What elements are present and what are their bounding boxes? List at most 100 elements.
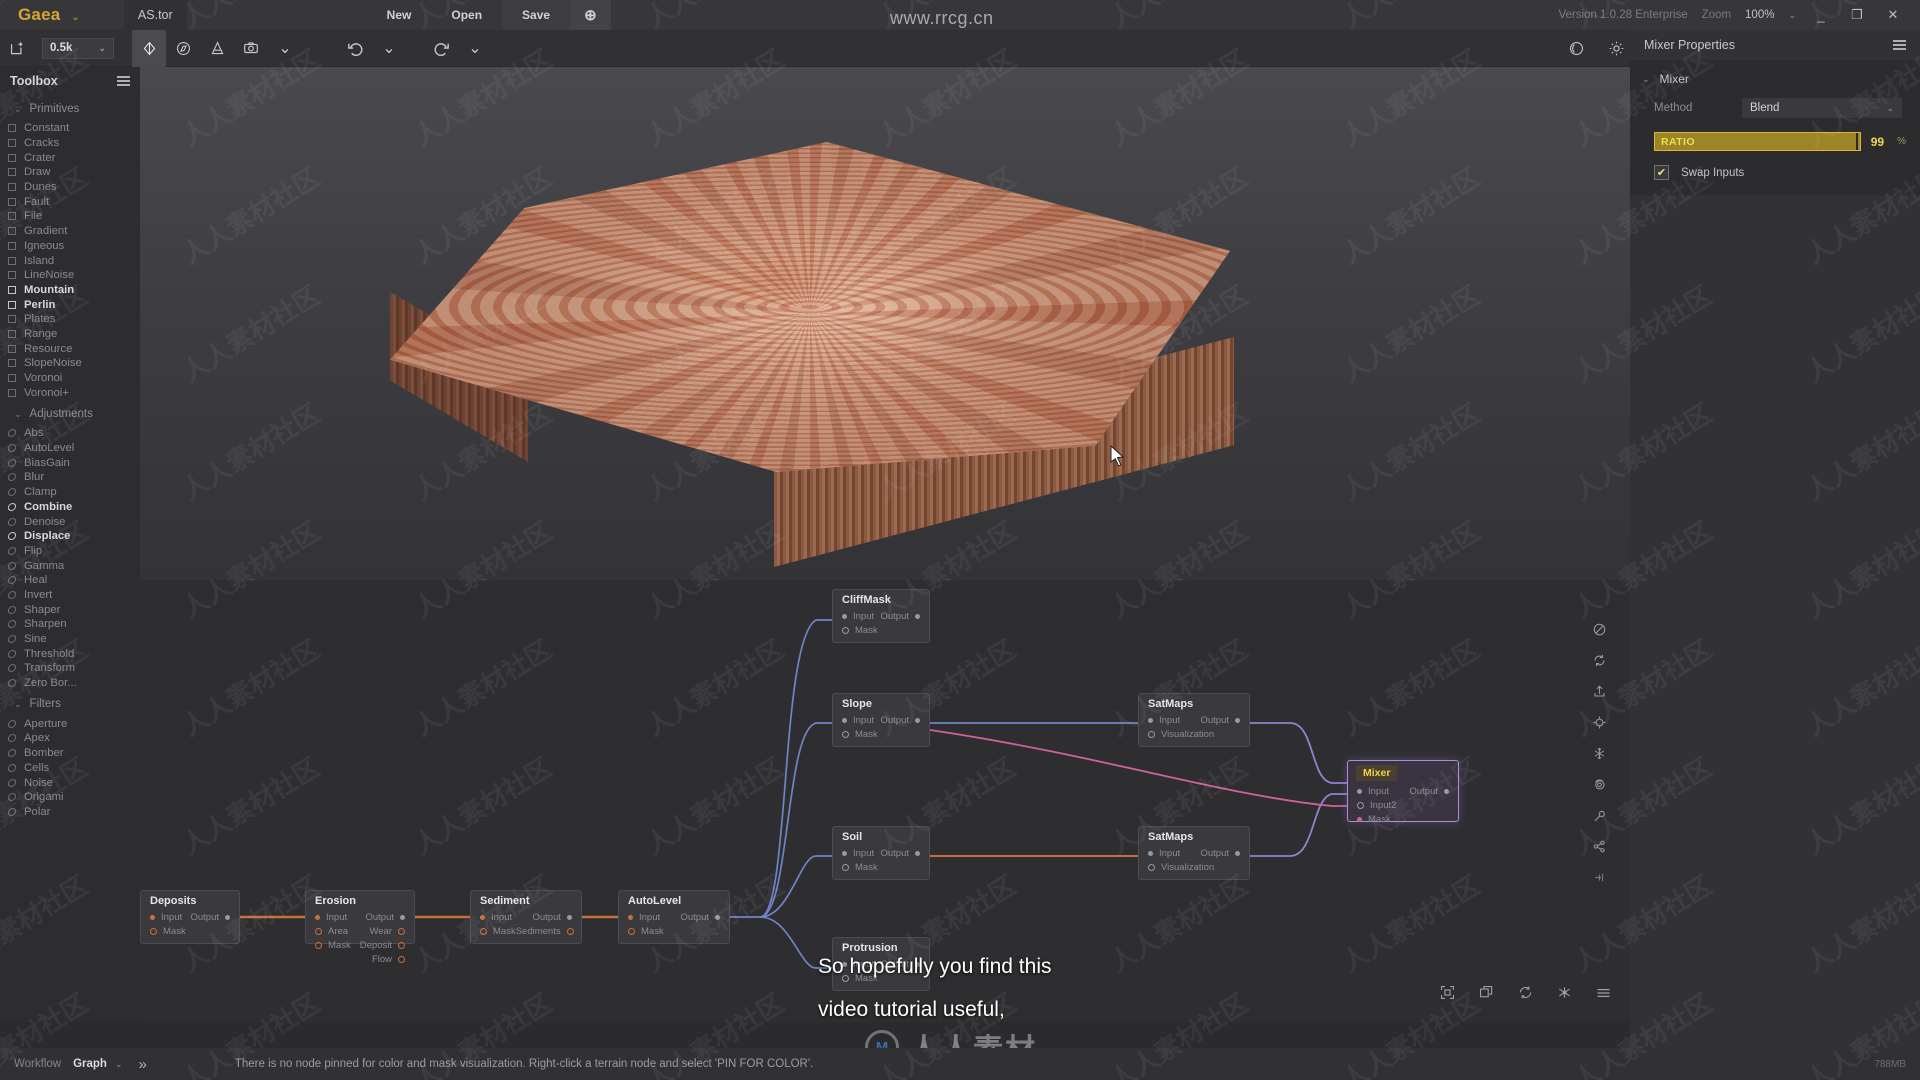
toolbox-item-aperture[interactable]: Aperture xyxy=(0,716,140,731)
node-input-port[interactable]: Input xyxy=(842,611,874,622)
close-button[interactable]: ✕ xyxy=(1882,7,1904,23)
port-dot-icon[interactable] xyxy=(1235,717,1240,723)
toolbox-item-apex[interactable]: Apex xyxy=(0,731,140,746)
swap-inputs-row[interactable]: ✔ Swap Inputs xyxy=(1630,157,1920,180)
toolbox-item-file[interactable]: File xyxy=(0,209,140,224)
node-deposits[interactable]: Deposits Input Output Mask xyxy=(140,890,240,944)
swap-inputs-checkbox[interactable]: ✔ xyxy=(1654,165,1669,180)
workflow-chevron-down-icon[interactable]: ⌄ xyxy=(115,1059,123,1070)
port-dot-icon[interactable] xyxy=(1148,717,1153,723)
toolbox-item-range[interactable]: Range xyxy=(0,327,140,342)
terrain-view-icon[interactable] xyxy=(132,29,166,67)
node-output-port[interactable]: Wear xyxy=(369,926,405,937)
node-satmaps2[interactable]: SatMaps Input Output Visualization xyxy=(1138,826,1250,880)
port-dot-icon[interactable] xyxy=(915,717,920,723)
port-dot-icon[interactable] xyxy=(842,730,849,738)
ratio-value[interactable]: 99 xyxy=(1871,135,1884,149)
toolbox-item-crater[interactable]: Crater xyxy=(0,150,140,165)
compass-icon[interactable] xyxy=(166,30,200,67)
node-cliffmask[interactable]: CliffMask Input Output Mask xyxy=(832,589,930,643)
node-input-port[interactable]: Visualization xyxy=(1148,862,1214,873)
port-dot-icon[interactable] xyxy=(842,850,847,856)
toolbox-item-igneous[interactable]: Igneous xyxy=(0,239,140,254)
toolbox-group-primitives[interactable]: ⌄ Primitives xyxy=(0,95,140,121)
node-output-port[interactable]: Output xyxy=(680,912,720,923)
snowflake-icon[interactable] xyxy=(1590,744,1608,762)
port-dot-icon[interactable] xyxy=(566,927,574,935)
port-dot-icon[interactable] xyxy=(315,941,322,949)
toolbox-menu-icon[interactable] xyxy=(117,76,130,86)
node-output-port[interactable]: Output xyxy=(1409,786,1449,797)
pin-node-icon[interactable] xyxy=(1590,806,1608,824)
properties-group-header[interactable]: ⌄ Mixer xyxy=(1630,66,1920,94)
camera-chevron-down-icon[interactable]: ⌄ xyxy=(268,30,302,67)
graph-menu-icon[interactable] xyxy=(1595,986,1612,1005)
toolbox-item-threshold[interactable]: Threshold xyxy=(0,646,140,661)
moon-phase-icon[interactable] xyxy=(1560,30,1594,67)
auto-arrange-icon[interactable] xyxy=(1556,984,1573,1006)
node-input-port[interactable]: Input xyxy=(628,912,660,923)
port-dot-icon[interactable] xyxy=(1357,816,1362,822)
node-mixer[interactable]: Mixer Input Output Input2 Mask xyxy=(1347,760,1459,825)
toolbox-item-plates[interactable]: Plates xyxy=(0,312,140,327)
node-input-port[interactable]: Mask xyxy=(315,940,351,951)
redo-chevron-down-icon[interactable]: ⌄ xyxy=(458,30,492,67)
toolbox-item-voronoi[interactable]: Voronoi+ xyxy=(0,385,140,400)
duplicate-node-icon[interactable] xyxy=(1478,984,1495,1006)
minimize-button[interactable]: _ xyxy=(1810,8,1832,23)
redo-icon[interactable] xyxy=(424,30,458,67)
node-input-port[interactable]: Mask xyxy=(150,926,186,937)
toolbox-item-cracks[interactable]: Cracks xyxy=(0,136,140,151)
method-select[interactable]: Blend ⌄ xyxy=(1742,98,1902,118)
add-node-icon[interactable] xyxy=(1590,868,1608,886)
node-input-port[interactable]: Input xyxy=(1148,848,1180,859)
port-dot-icon[interactable] xyxy=(398,941,405,949)
node-soil[interactable]: Soil Input Output Mask xyxy=(832,826,930,880)
workflow-mode-value[interactable]: Graph xyxy=(73,1058,107,1070)
port-dot-icon[interactable] xyxy=(315,914,320,920)
light-direction-icon[interactable] xyxy=(200,30,234,67)
toolbox-item-invert[interactable]: Invert xyxy=(0,588,140,603)
toolbox-item-mountain[interactable]: Mountain xyxy=(0,283,140,298)
app-brand[interactable]: Gaea ⌄ xyxy=(0,5,80,25)
menu-open[interactable]: Open xyxy=(431,0,502,30)
toolbox-item-draw[interactable]: Draw xyxy=(0,165,140,180)
toolbox-item-origami[interactable]: Origami xyxy=(0,790,140,805)
node-output-port[interactable]: Output xyxy=(365,912,405,923)
toolbox-item-linenoise[interactable]: LineNoise xyxy=(0,268,140,283)
toolbox-item-slopenoise[interactable]: SlopeNoise xyxy=(0,356,140,371)
node-input-port[interactable]: Mask xyxy=(842,625,878,636)
document-tab[interactable]: AS.tor xyxy=(123,0,187,30)
export-node-icon[interactable] xyxy=(1590,682,1608,700)
toolbox-item-perlin[interactable]: Perlin xyxy=(0,297,140,312)
toolbox-item-denoise[interactable]: Denoise xyxy=(0,514,140,529)
node-input-port[interactable]: Mask xyxy=(628,926,664,937)
port-dot-icon[interactable] xyxy=(1357,788,1362,794)
node-input-port[interactable]: Mask xyxy=(480,926,516,937)
toolbox-item-shaper[interactable]: Shaper xyxy=(0,602,140,617)
undo-icon[interactable] xyxy=(338,30,372,67)
node-autolevel[interactable]: AutoLevel Input Output Mask xyxy=(618,890,730,944)
port-dot-icon[interactable] xyxy=(225,914,230,920)
add-icon[interactable]: ⊕ xyxy=(570,0,611,30)
sync-graph-icon[interactable] xyxy=(1517,984,1534,1006)
resolution-selector[interactable]: 0.5k ⌄ xyxy=(42,37,114,59)
toolbox-item-biasgain[interactable]: BiasGain xyxy=(0,455,140,470)
node-output-port[interactable]: Deposit xyxy=(360,940,405,951)
node-output-port[interactable]: Output xyxy=(880,715,920,726)
node-input-port[interactable]: Input xyxy=(1357,786,1389,797)
port-dot-icon[interactable] xyxy=(398,927,405,935)
node-output-port[interactable]: Output xyxy=(880,848,920,859)
run-workflow-icon[interactable]: » xyxy=(139,1056,147,1073)
menu-save[interactable]: Save xyxy=(502,0,571,30)
toolbox-item-clamp[interactable]: Clamp xyxy=(0,485,140,500)
port-dot-icon[interactable] xyxy=(1148,863,1155,871)
port-dot-icon[interactable] xyxy=(1357,801,1364,809)
toolbox-group-adjustments[interactable]: ⌄ Adjustments xyxy=(0,400,140,426)
port-dot-icon[interactable] xyxy=(1235,850,1240,856)
port-dot-icon[interactable] xyxy=(480,927,487,935)
port-dot-icon[interactable] xyxy=(150,914,155,920)
undo-chevron-down-icon[interactable]: ⌄ xyxy=(372,30,406,67)
node-input-port[interactable]: Input xyxy=(315,912,347,923)
toolbox-item-resource[interactable]: Resource xyxy=(0,341,140,356)
